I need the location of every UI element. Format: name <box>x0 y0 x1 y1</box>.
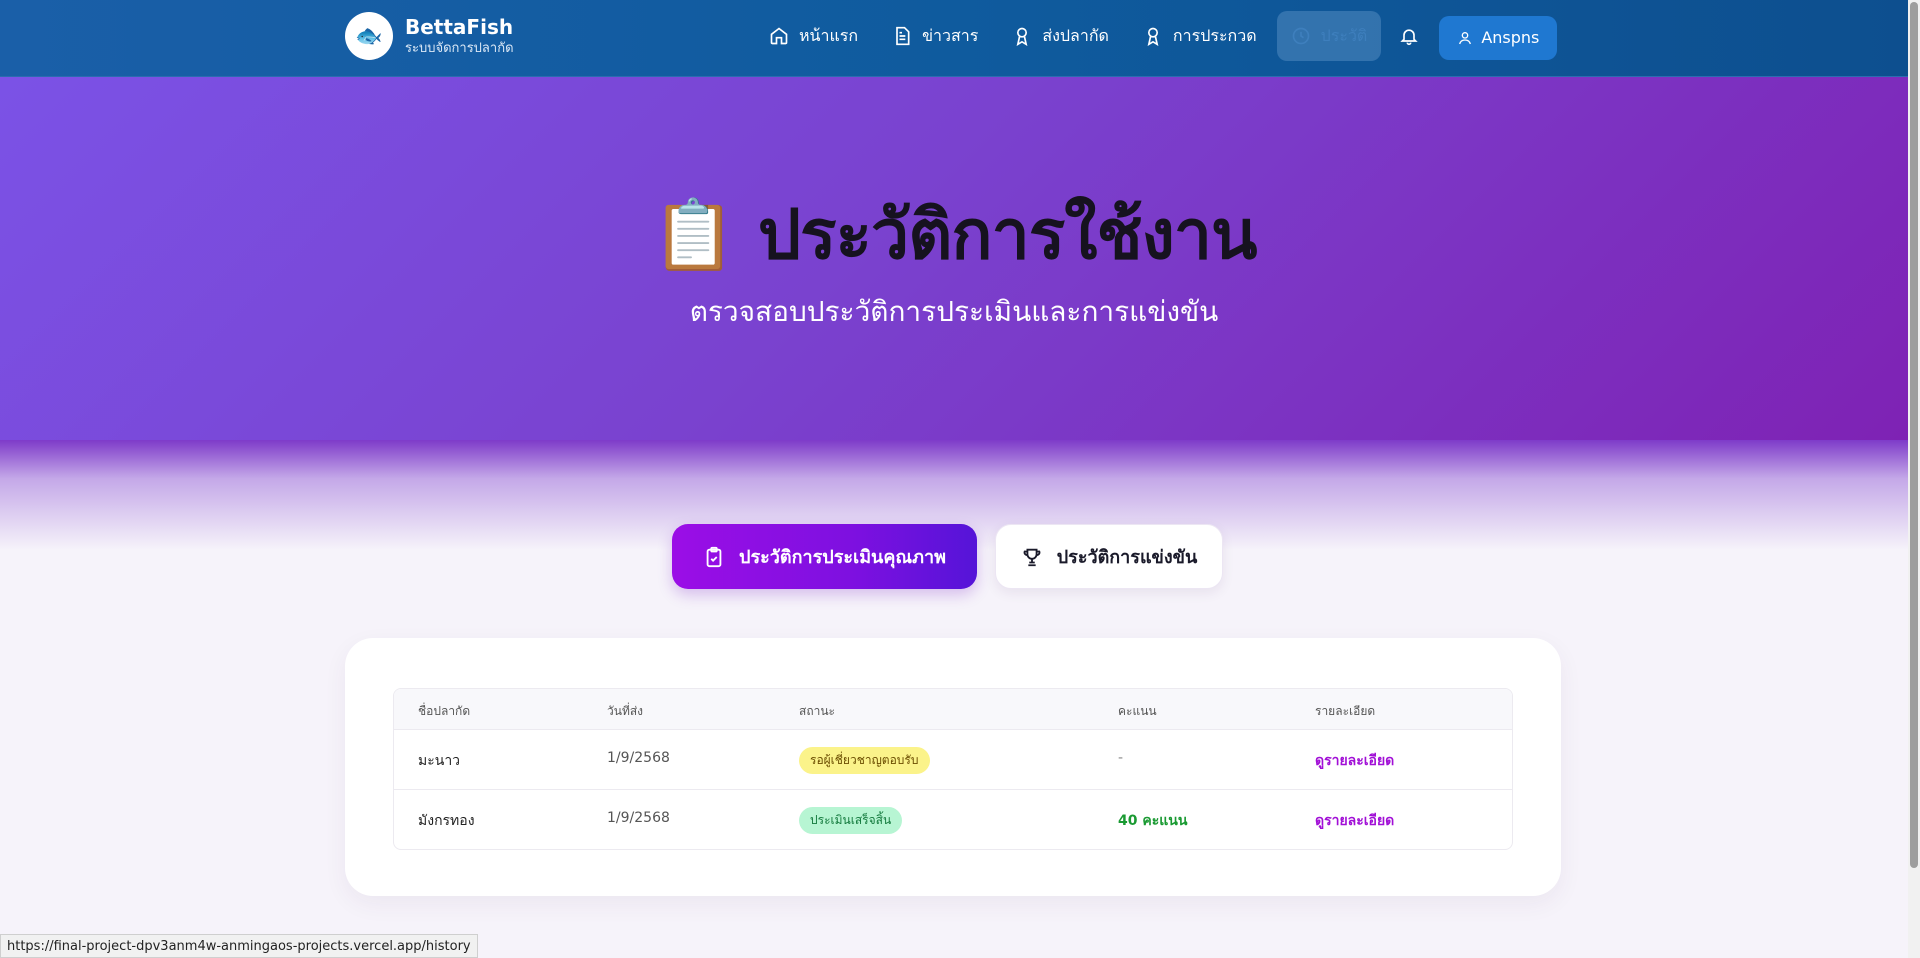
view-detail-link[interactable]: ดูรายละเอียด <box>1315 810 1394 832</box>
tab-quality-history[interactable]: ประวัติการประเมินคุณภาพ <box>672 524 977 589</box>
nav-item-label: ข่าวสาร <box>922 25 979 45</box>
header-status: สถานะ <box>799 704 835 718</box>
user-icon <box>1459 31 1472 44</box>
nav-item-home[interactable]: หน้าแรก <box>755 11 872 61</box>
tab-label: ประวัติการประเมินคุณภาพ <box>739 547 946 568</box>
trophy-icon <box>1023 548 1041 566</box>
score-value: 40 คะแนน <box>1118 813 1188 829</box>
history-card: ชื่อปลากัด วันที่ส่ง สถานะ คะแนน รายละเอ… <box>345 638 1561 896</box>
submit-date: 1/9/2568 <box>607 810 670 826</box>
main-nav: หน้าแรก ข่าวสาร ส่งปลากัด การประกวด ประว… <box>755 11 1558 61</box>
nav-item-label: ส่งปลากัด <box>1042 25 1109 45</box>
table-row: มะนาว 1/9/2568 รอผู้เชี่ยวชาญตอบรับ - ดู… <box>394 729 1512 789</box>
user-name: Anspns <box>1481 28 1540 47</box>
scrollbar-thumb[interactable] <box>1910 2 1918 868</box>
brand[interactable]: 🐟 BettaFish ระบบจัดการปลากัด <box>345 12 514 60</box>
table-row: มังกรทอง 1/9/2568 ประเมินเสร็จสิ้น 40 คะ… <box>394 789 1512 849</box>
nav-item-history[interactable]: ประวัติ <box>1276 11 1382 61</box>
award-icon <box>1016 27 1028 46</box>
header-detail: รายละเอียด <box>1315 704 1376 718</box>
page-title: 📋 ประวัติการใช้งาน <box>0 180 1908 288</box>
score-value: - <box>1118 750 1124 766</box>
tab-competition-history[interactable]: ประวัติการแข่งขัน <box>995 524 1223 589</box>
document-icon <box>896 26 910 46</box>
view-detail-link[interactable]: ดูรายละเอียด <box>1315 750 1394 772</box>
top-navbar: 🐟 BettaFish ระบบจัดการปลากัด หน้าแรก ข่า… <box>0 0 1908 77</box>
notification-button[interactable] <box>1387 11 1431 61</box>
page-title-text: ประวัติการใช้งาน <box>757 196 1258 275</box>
fish-icon: 🐟 <box>345 12 393 60</box>
table-header: ชื่อปลากัด วันที่ส่ง สถานะ คะแนน รายละเอ… <box>394 689 1512 729</box>
nav-item-news[interactable]: ข่าวสาร <box>878 11 992 61</box>
user-menu-button[interactable]: Anspns <box>1439 15 1558 60</box>
tab-label: ประวัติการแข่งขัน <box>1056 547 1198 568</box>
fish-name: มะนาว <box>418 753 461 769</box>
status-bar-url: https://final-project-dpv3anm4w-anmingao… <box>0 934 478 958</box>
nav-item-label: การประกวด <box>1172 25 1257 45</box>
nav-item-label: ประวัติ <box>1320 25 1368 45</box>
header-score: คะแนน <box>1118 704 1157 718</box>
status-badge: รอผู้เชี่ยวชาญตอบรับ <box>799 747 930 774</box>
brand-subtitle: ระบบจัดการปลากัด <box>405 41 514 56</box>
header-name: ชื่อปลากัด <box>418 704 471 718</box>
page-scrollbar[interactable] <box>1908 0 1920 958</box>
status-badge: ประเมินเสร็จสิ้น <box>799 807 903 834</box>
clock-icon <box>1292 27 1309 45</box>
nav-item-submit-fish[interactable]: ส่งปลากัด <box>998 11 1123 61</box>
bell-icon <box>1400 29 1418 46</box>
history-table: ชื่อปลากัด วันที่ส่ง สถานะ คะแนน รายละเอ… <box>393 688 1513 850</box>
award-icon <box>1147 27 1159 46</box>
nav-item-contest[interactable]: การประกวด <box>1129 11 1271 61</box>
clipboard-emoji-icon: 📋 <box>651 196 736 275</box>
submit-date: 1/9/2568 <box>607 750 670 766</box>
brand-name: BettaFish <box>405 15 514 39</box>
home-icon <box>770 27 788 45</box>
nav-item-label: หน้าแรก <box>799 25 859 45</box>
fish-name: มังกรทอง <box>418 813 475 829</box>
page-subtitle: ตรวจสอบประวัติการประเมินและการแข่งขัน <box>689 295 1219 328</box>
header-date: วันที่ส่ง <box>607 704 644 718</box>
clipboard-icon <box>706 546 722 567</box>
